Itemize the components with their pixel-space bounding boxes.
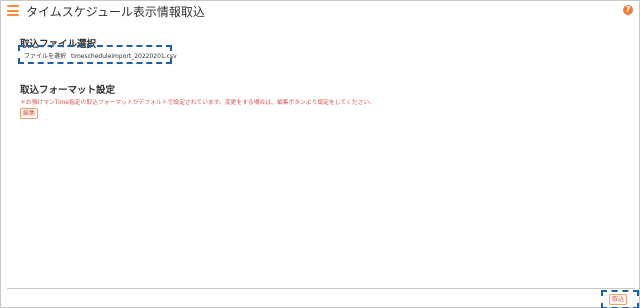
hamburger-bar [7,14,19,16]
file-select-highlight: ファイルを選択 timescheduleimport_20220201.csv [18,45,177,64]
main-window: タイムスケジュール表示情報取込 ? 取込ファイル選択 ファイルを選択 times… [0,0,640,308]
footer-divider [7,288,635,289]
format-note: ＊お預けマンTime指定の取込フォーマットがデフォルトで設定されています。変更を… [20,100,375,106]
header: タイムスケジュール表示情報取込 ? [1,1,639,19]
file-select-button[interactable]: ファイルを選択 [24,53,66,60]
help-icon[interactable]: ? [623,5,633,15]
file-select-input[interactable]: ファイルを選択 timescheduleimport_20220201.csv [24,51,177,60]
import-highlight: 取込 [601,290,639,308]
page-title: タイムスケジュール表示情報取込 [26,5,205,19]
edit-button[interactable]: 編集 [20,108,39,119]
hamburger-bar [7,5,19,7]
selected-file-name: timescheduleimport_20220201.csv [70,53,177,60]
import-button[interactable]: 取込 [609,294,628,305]
format-setting-heading: 取込フォーマット設定 [20,85,116,96]
hamburger-menu-icon[interactable] [7,5,19,16]
hamburger-bar [7,9,19,12]
